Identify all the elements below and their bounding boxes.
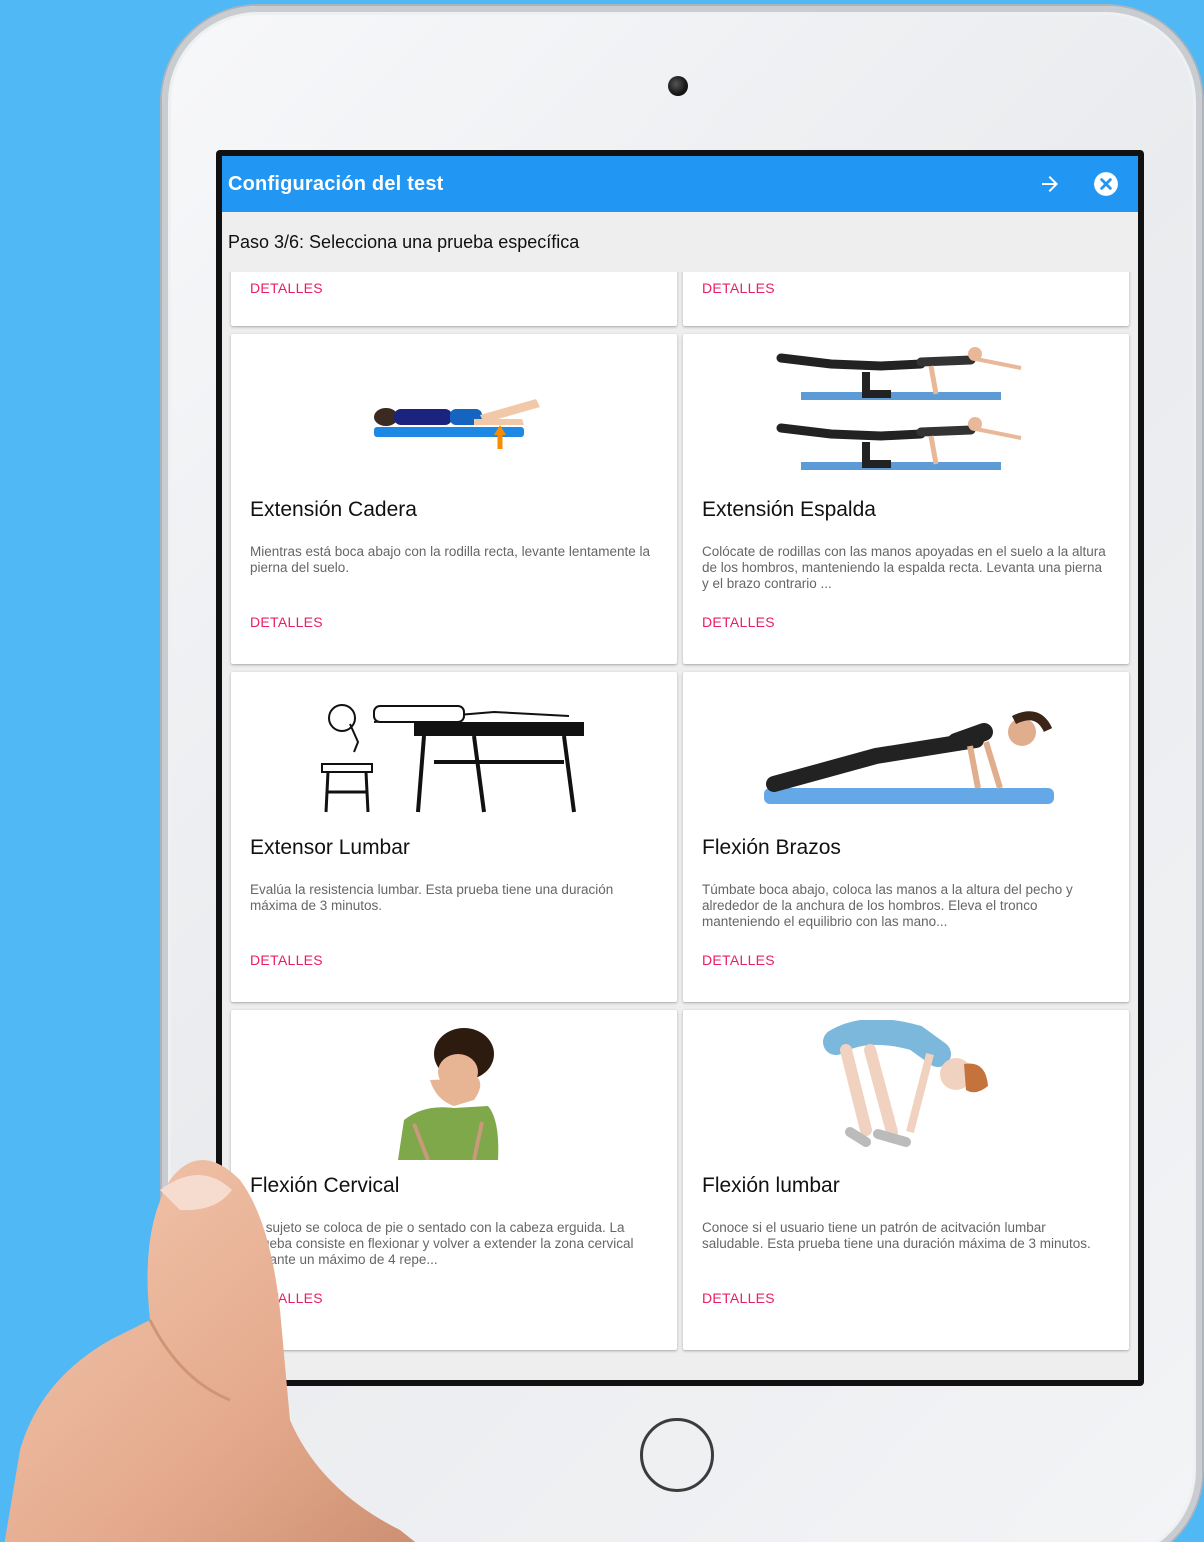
test-description: Evalúa la resistencia lumbar. Esta prueb… [250,882,614,913]
test-card[interactable]: Extensor Lumbar Evalúa la resistencia lu… [231,672,677,1002]
close-circle-icon [1094,172,1118,196]
test-description: Colócate de rodillas con las manos apoya… [702,544,1106,591]
test-card[interactable]: Flexión Cervical El sujeto se coloca de … [231,1010,677,1350]
page-title: Configuración del test [228,172,444,195]
hip-extension-illustration [231,334,677,494]
next-button[interactable] [1030,164,1070,204]
test-card[interactable]: DETALLES [683,272,1129,326]
details-button[interactable]: DETALLES [702,280,775,296]
test-card[interactable]: Flexión lumbar Conoce si el usuario tien… [683,1010,1129,1350]
test-title: Flexión Brazos [702,836,841,859]
details-button[interactable]: DETALLES [250,952,323,968]
cervical-flexion-illustration [231,1010,677,1170]
test-card[interactable]: Extensión Espalda Colócate de rodillas c… [683,334,1129,664]
details-button[interactable]: DETALLES [250,280,323,296]
lumbar-extensor-illustration [231,672,677,832]
back-extension-illustration [683,334,1129,494]
test-title: Flexión Cervical [250,1174,400,1197]
details-button[interactable]: DETALLES [250,1290,323,1306]
app-bar-actions [1030,164,1138,204]
lumbar-flexion-illustration [683,1010,1129,1170]
test-title: Extensor Lumbar [250,836,410,859]
app-window: Configuración del test Paso 3/6: Selecci… [222,156,1138,1380]
home-button[interactable] [640,1418,714,1492]
step-indicator: Paso 3/6: Selecciona una prueba específi… [222,212,1138,272]
push-up-illustration [683,672,1129,832]
details-button[interactable]: DETALLES [702,952,775,968]
test-title: Flexión lumbar [702,1174,840,1197]
test-card[interactable]: Flexión Brazos Túmbate boca abajo, coloc… [683,672,1129,1002]
test-card[interactable]: DETALLES [231,272,677,326]
promo-stage: Configuración del test Paso 3/6: Selecci… [0,0,1204,1542]
camera-icon [668,76,688,96]
test-card[interactable]: Extensión Cadera Mientras está boca abaj… [231,334,677,664]
details-button[interactable]: DETALLES [250,614,323,630]
tablet-screen: Configuración del test Paso 3/6: Selecci… [216,150,1144,1386]
test-description: El sujeto se coloca de pie o sentado con… [250,1220,634,1267]
details-button[interactable]: DETALLES [702,614,775,630]
test-description: Túmbate boca abajo, coloca las manos a l… [702,882,1073,929]
arrow-right-icon [1042,176,1058,192]
test-grid: DETALLES DETALLES Extensión Cadera Mient… [222,272,1138,1380]
test-description: Mientras está boca abajo con la rodilla … [250,544,650,575]
step-text: Paso 3/6: Selecciona una prueba específi… [228,231,580,252]
details-button[interactable]: DETALLES [702,1290,775,1306]
test-description: Conoce si el usuario tiene un patrón de … [702,1220,1091,1251]
close-button[interactable] [1086,164,1126,204]
test-title: Extensión Cadera [250,498,417,521]
app-bar: Configuración del test [222,156,1138,212]
test-title: Extensión Espalda [702,498,876,521]
